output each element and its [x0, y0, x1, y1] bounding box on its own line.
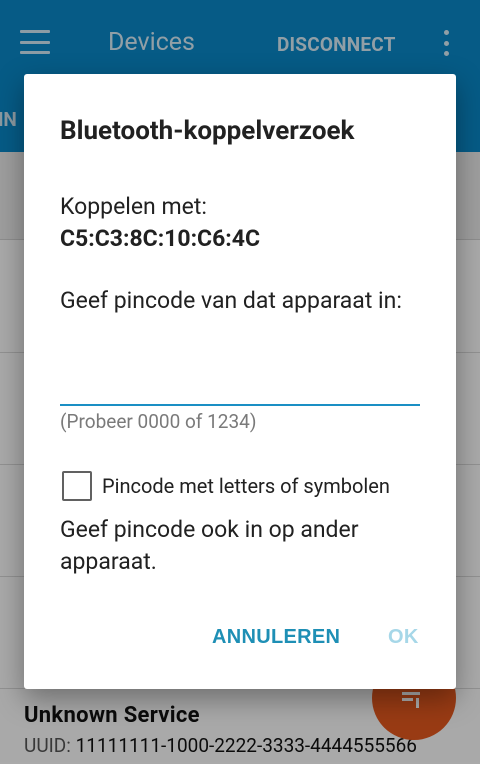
- checkbox-label: Pincode met letters of symbolen: [102, 474, 390, 498]
- pin-hint: (Probeer 0000 of 1234): [60, 410, 257, 433]
- pair-label: Koppelen met:: [60, 193, 207, 220]
- bluetooth-pairing-dialog: Bluetooth-koppelverzoek Koppelen met: C5…: [24, 74, 456, 689]
- cancel-button[interactable]: ANNULEREN: [212, 626, 340, 649]
- pin-input[interactable]: [60, 364, 420, 406]
- device-address: C5:C3:8C:10:C6:4C: [60, 225, 261, 252]
- pin-prompt: Geef pincode van dat apparaat in:: [60, 287, 402, 314]
- dialog-title: Bluetooth-koppelverzoek: [60, 116, 355, 146]
- dialog-note: Geef pincode ook in op ander apparaat.: [60, 516, 359, 575]
- alphanumeric-pin-checkbox[interactable]: [62, 471, 92, 501]
- alphanumeric-pin-option[interactable]: Pincode met letters of symbolen: [62, 471, 390, 501]
- ok-button[interactable]: OK: [388, 626, 419, 649]
